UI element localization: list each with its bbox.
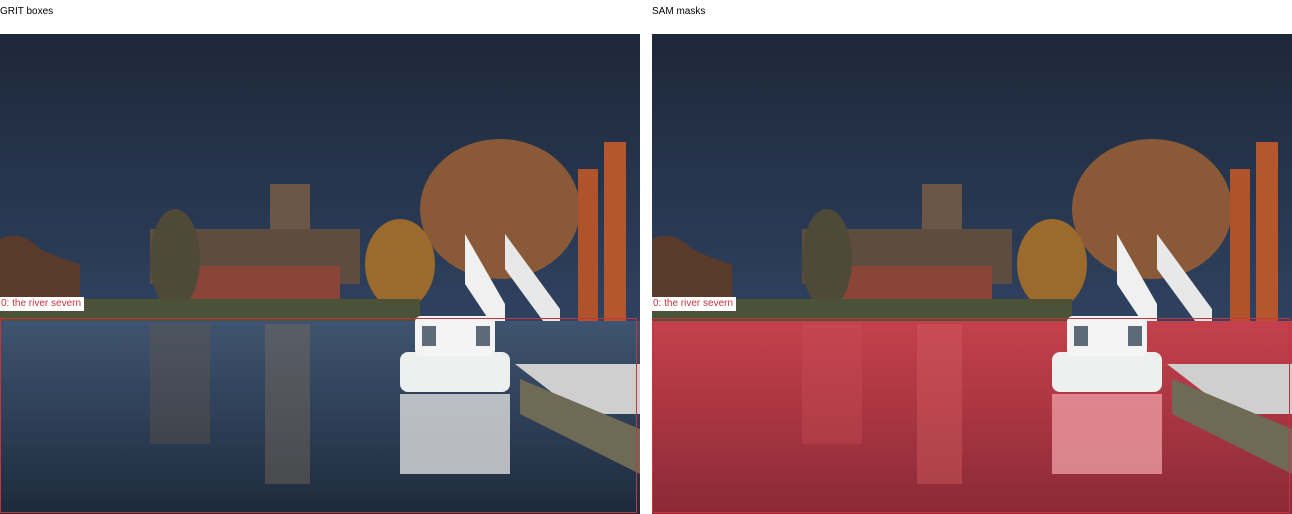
mask-label: 0: the river severn — [652, 297, 737, 311]
sam-panel: 0: the river severn — [652, 34, 1292, 514]
grit-panel: 0: the river severn — [0, 34, 640, 514]
detection-label: 0: the river severn — [0, 297, 85, 311]
river-scene-image — [0, 34, 640, 514]
panel-title-sam: SAM masks — [652, 6, 706, 17]
river-scene-image-masked — [652, 34, 1292, 514]
panel-title-grit: GRIT boxes — [0, 6, 54, 17]
